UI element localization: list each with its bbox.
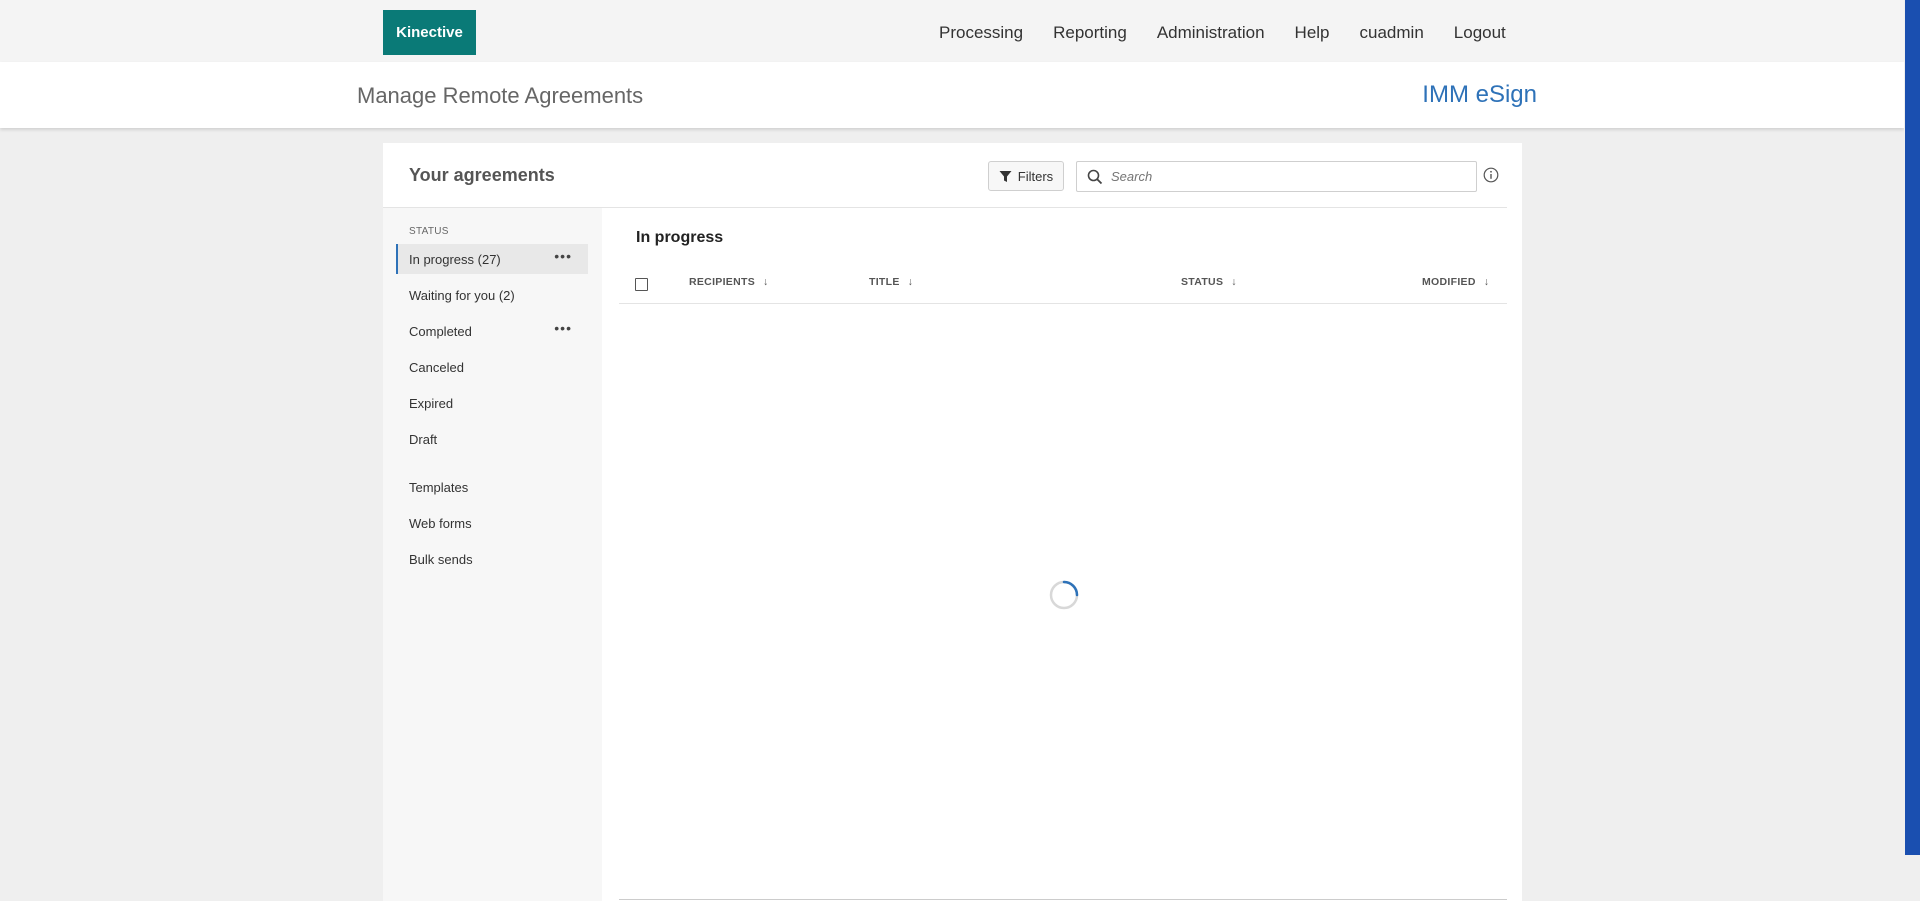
column-modified[interactable]: MODIFIED ↓ — [1422, 276, 1489, 288]
column-title[interactable]: TITLE ↓ — [869, 276, 913, 288]
agreements-list: In progress RECIPIENTS ↓ TITLE ↓ STATUS … — [619, 208, 1507, 901]
panel-header: Your agreements Filters — [383, 143, 1507, 208]
table-header: RECIPIENTS ↓ TITLE ↓ STATUS ↓ MODIFIED ↓ — [619, 266, 1507, 304]
nav-processing[interactable]: Processing — [939, 23, 1023, 43]
sidebar-item-label: Expired — [409, 395, 454, 411]
sidebar-item-label: Draft — [409, 431, 438, 447]
sort-arrow-icon: ↓ — [1231, 276, 1237, 288]
nav-reporting[interactable]: Reporting — [1053, 23, 1127, 43]
scrollbar[interactable] — [1904, 0, 1920, 901]
scrollbar-thumb[interactable] — [1905, 0, 1920, 855]
sort-arrow-icon: ↓ — [1483, 276, 1490, 288]
column-recipients[interactable]: RECIPIENTS ↓ — [689, 276, 769, 288]
sidebar-item-canceled[interactable]: Canceled — [396, 352, 588, 382]
sidebar-item-templates[interactable]: Templates — [396, 472, 588, 502]
sort-arrow-icon: ↓ — [763, 276, 769, 288]
sidebar-item-draft[interactable]: Draft — [396, 424, 588, 454]
status-section-label: STATUS — [409, 226, 449, 237]
top-navigation-bar: Kinective Processing Reporting Administr… — [0, 0, 1904, 62]
sidebar-item-label: Bulk sends — [409, 551, 473, 567]
sidebar-item-expired[interactable]: Expired — [396, 388, 588, 418]
panel-title: Your agreements — [409, 165, 555, 185]
status-sidebar: STATUS In progress (27) ••• Waiting for … — [383, 208, 602, 901]
nav-help[interactable]: Help — [1295, 23, 1330, 43]
search-input[interactable] — [1109, 168, 1453, 185]
sidebar-item-label: Templates — [409, 479, 469, 495]
page-title: Manage Remote Agreements — [357, 83, 644, 108]
more-options-icon[interactable]: ••• — [554, 249, 572, 263]
sidebar-item-completed[interactable]: Completed ••• — [396, 316, 588, 346]
select-all-checkbox[interactable] — [635, 278, 648, 291]
column-label: TITLE — [869, 276, 900, 288]
more-options-icon[interactable]: ••• — [554, 321, 572, 335]
nav-user-cuadmin[interactable]: cuadmin — [1360, 23, 1424, 43]
list-title: In progress — [636, 229, 724, 246]
search-icon — [1087, 169, 1103, 184]
filters-button[interactable]: Filters — [988, 161, 1064, 191]
nav-logout[interactable]: Logout — [1454, 23, 1506, 43]
sidebar-item-web-forms[interactable]: Web forms — [396, 508, 588, 538]
column-label: STATUS — [1181, 276, 1224, 288]
sidebar-item-label: In progress (27) — [409, 251, 501, 267]
sidebar-item-bulk-sends[interactable]: Bulk sends — [396, 544, 588, 574]
sidebar-item-waiting-for-you[interactable]: Waiting for you (2) — [396, 280, 588, 310]
info-icon[interactable] — [1483, 167, 1499, 183]
nav-administration[interactable]: Administration — [1157, 23, 1265, 43]
column-label: MODIFIED — [1422, 276, 1476, 288]
app-title: IMM eSign — [1422, 81, 1537, 108]
column-status[interactable]: STATUS ↓ — [1181, 276, 1237, 288]
list-bottom-divider — [619, 899, 1507, 900]
search-field[interactable] — [1076, 161, 1477, 192]
sidebar-item-label: Completed — [409, 323, 472, 339]
filter-icon — [999, 170, 1012, 182]
filters-label: Filters — [1017, 168, 1054, 184]
main-nav: Processing Reporting Administration Help… — [939, 23, 1536, 43]
sidebar-item-label: Web forms — [409, 515, 472, 531]
column-label: RECIPIENTS — [689, 276, 756, 288]
agreements-panel: Your agreements Filters STATUS In progre… — [383, 143, 1522, 901]
sidebar-item-label: Canceled — [409, 359, 464, 375]
sidebar-item-label: Waiting for you (2) — [409, 287, 515, 303]
sort-arrow-icon: ↓ — [907, 276, 914, 288]
kinective-logo[interactable]: Kinective — [383, 10, 476, 55]
page-header: Manage Remote Agreements IMM eSign — [0, 62, 1904, 128]
sidebar-item-in-progress[interactable]: In progress (27) ••• — [396, 244, 588, 274]
loading-spinner-icon — [1049, 580, 1079, 610]
